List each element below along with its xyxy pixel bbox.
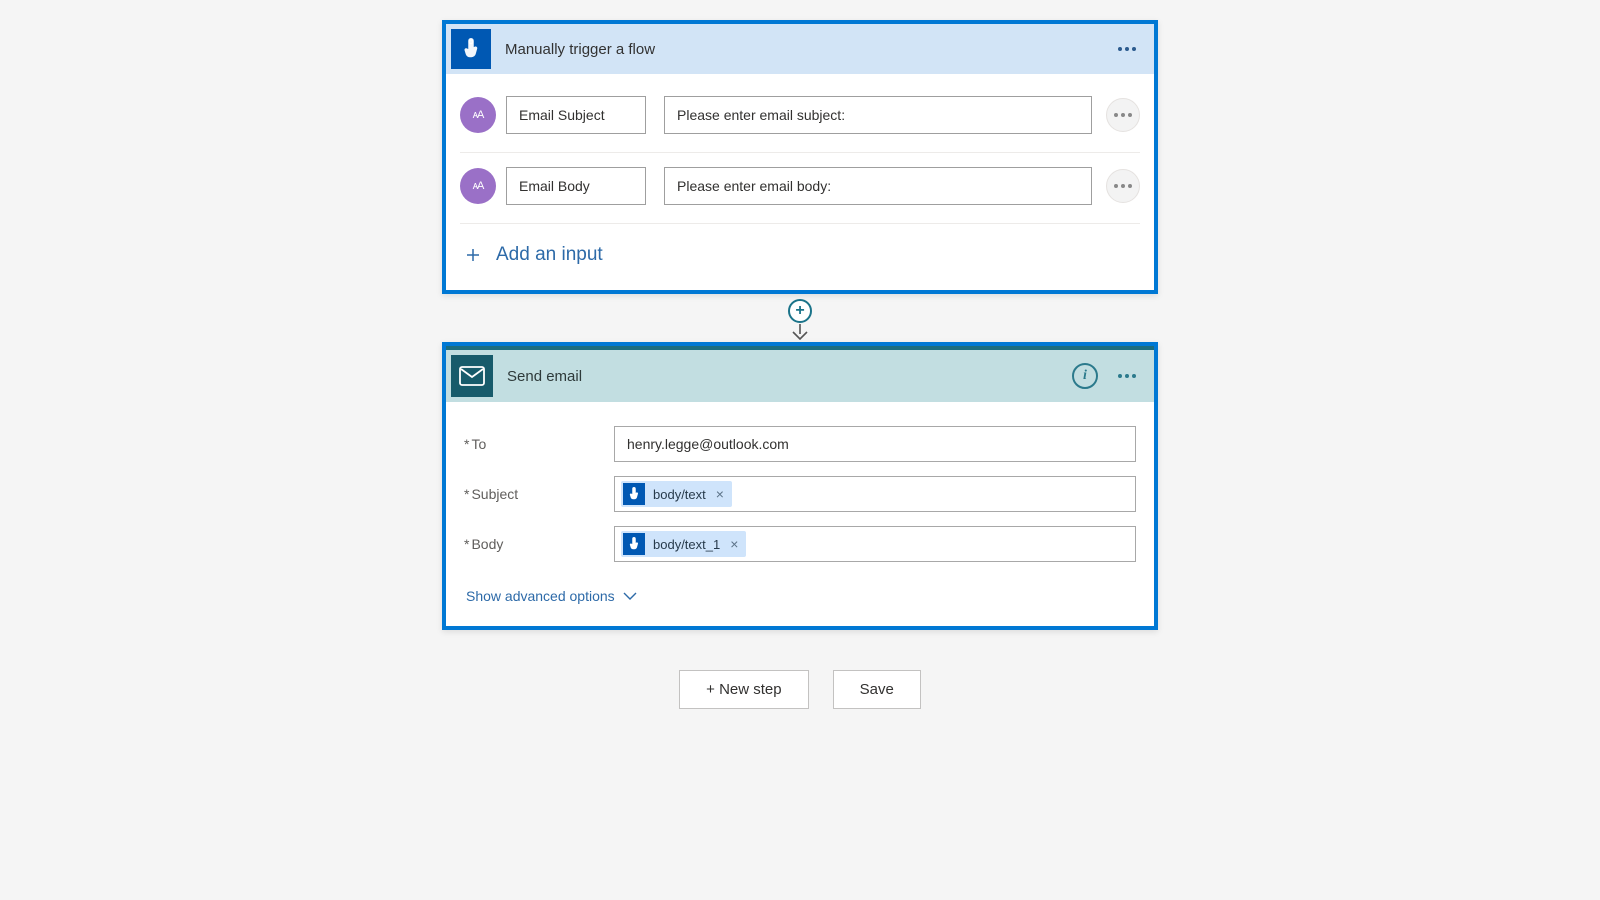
to-value: henry.legge@outlook.com [621,432,795,456]
dynamic-token: body/text × [621,481,732,507]
subject-field-row: Subject body/text × [464,476,1136,512]
send-email-card: Send email i To henry.legge@outlook.com … [446,346,1154,626]
footer-buttons: + New step Save [679,670,921,709]
plus-icon [464,246,482,264]
add-input-button[interactable]: Add an input [460,224,1140,290]
input-more-button[interactable] [1106,169,1140,203]
new-step-button[interactable]: + New step [679,670,808,709]
insert-step-button[interactable]: + [788,299,812,323]
trigger-header[interactable]: Manually trigger a flow [446,24,1154,74]
text-type-icon: ᴀA [460,97,496,133]
input-prompt-field[interactable]: Please enter email subject: [664,96,1092,134]
chevron-down-icon [623,591,637,601]
action-more-button[interactable] [1110,359,1144,393]
subject-label: Subject [464,476,614,502]
trigger-card: Manually trigger a flow ᴀA Email Subject… [446,24,1154,290]
action-body: To henry.legge@outlook.com Subject body/… [446,402,1154,626]
body-label: Body [464,526,614,552]
action-title: Send email [507,368,1072,385]
trigger-title: Manually trigger a flow [505,41,1110,58]
trigger-input-row: ᴀA Email Subject Please enter email subj… [460,82,1140,153]
manual-trigger-icon [623,483,645,505]
input-more-button[interactable] [1106,98,1140,132]
to-field-row: To henry.legge@outlook.com [464,426,1136,462]
trigger-more-button[interactable] [1110,32,1144,66]
body-input[interactable]: body/text_1 × [614,526,1136,562]
token-label: body/text [653,487,706,502]
input-prompt-field[interactable]: Please enter email body: [664,167,1092,205]
add-input-label: Add an input [496,244,603,266]
trigger-inputs-panel: ᴀA Email Subject Please enter email subj… [446,74,1154,290]
dynamic-token: body/text_1 × [621,531,746,557]
token-label: body/text_1 [653,537,720,552]
connector: + [442,294,1158,342]
input-name-field[interactable]: Email Body [506,167,646,205]
info-icon[interactable]: i [1072,363,1098,389]
to-label: To [464,426,614,452]
remove-token-button[interactable]: × [728,536,740,552]
mail-icon [451,355,493,397]
action-container: Send email i To henry.legge@outlook.com … [442,342,1158,630]
remove-token-button[interactable]: × [714,486,726,502]
action-header[interactable]: Send email i [446,350,1154,402]
to-input[interactable]: henry.legge@outlook.com [614,426,1136,462]
text-type-icon: ᴀA [460,168,496,204]
save-button[interactable]: Save [833,670,921,709]
flow-designer: Manually trigger a flow ᴀA Email Subject… [442,20,1158,294]
subject-input[interactable]: body/text × [614,476,1136,512]
body-field-row: Body body/text_1 × [464,526,1136,562]
input-name-field[interactable]: Email Subject [506,96,646,134]
show-advanced-button[interactable]: Show advanced options [464,572,1136,622]
manual-trigger-icon [623,533,645,555]
manual-trigger-icon [451,29,491,69]
arrow-down-icon [791,324,809,340]
advanced-label: Show advanced options [466,588,615,604]
trigger-input-row: ᴀA Email Body Please enter email body: [460,153,1140,224]
